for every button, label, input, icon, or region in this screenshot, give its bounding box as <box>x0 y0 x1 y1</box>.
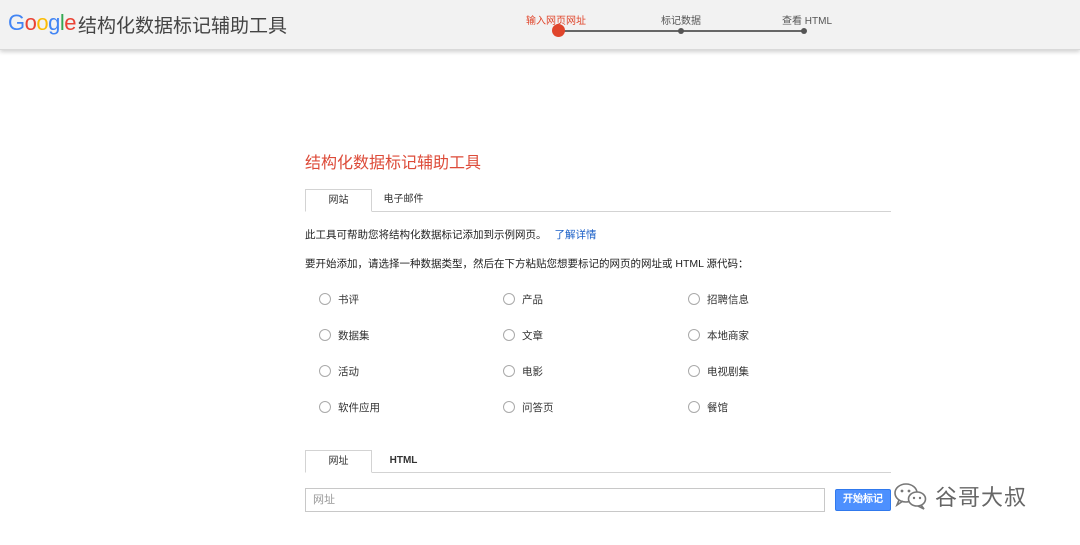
option-qa-page[interactable]: 问答页 <box>503 399 554 415</box>
option-software-app[interactable]: 软件应用 <box>319 399 380 415</box>
option-label: 招聘信息 <box>707 293 749 306</box>
url-input[interactable] <box>305 488 825 512</box>
radio-button[interactable] <box>688 365 700 377</box>
option-label: 电影 <box>522 365 543 378</box>
option-movie[interactable]: 电影 <box>503 363 543 379</box>
option-label: 文章 <box>522 329 543 342</box>
progress-steps: 输入网页网址 标记数据 查看 HTML <box>520 0 850 50</box>
intro-sentence: 此工具可帮助您将结构化数据标记添加到示例网页。 <box>305 229 547 241</box>
google-logo: Google <box>8 10 77 36</box>
tab-html[interactable]: HTML <box>372 450 435 473</box>
step-dot-active <box>552 24 565 37</box>
option-restaurant[interactable]: 餐馆 <box>688 399 728 415</box>
tab-url[interactable]: 网址 <box>305 450 372 473</box>
learn-more-link[interactable]: 了解详情 <box>555 229 597 241</box>
logo-letter: o <box>36 10 49 35</box>
radio-button[interactable] <box>319 365 331 377</box>
option-label: 本地商家 <box>707 329 749 342</box>
step-dot <box>678 28 684 34</box>
logo-letter: g <box>48 10 60 35</box>
option-label: 产品 <box>522 293 543 306</box>
option-label: 餐馆 <box>707 401 728 414</box>
start-tagging-button[interactable]: 开始标记 <box>835 489 891 511</box>
radio-button[interactable] <box>688 401 700 413</box>
option-label: 电视剧集 <box>707 365 749 378</box>
option-dataset[interactable]: 数据集 <box>319 327 370 343</box>
step-connector <box>558 30 681 32</box>
option-label: 活动 <box>338 365 359 378</box>
radio-button[interactable] <box>503 293 515 305</box>
wechat-icon <box>894 483 927 510</box>
option-local-business[interactable]: 本地商家 <box>688 327 749 343</box>
option-label: 问答页 <box>522 401 554 414</box>
step-connector <box>681 30 804 32</box>
logo-letter: o <box>24 10 37 35</box>
radio-button[interactable] <box>688 293 700 305</box>
logo-letter: G <box>8 10 25 35</box>
option-book-review[interactable]: 书评 <box>319 291 359 307</box>
watermark-text: 谷哥大叔 <box>935 486 1028 511</box>
watermark: 谷哥大叔 <box>893 481 1027 511</box>
logo-letter: e <box>64 10 77 35</box>
radio-button[interactable] <box>503 401 515 413</box>
radio-button[interactable] <box>319 401 331 413</box>
option-article[interactable]: 文章 <box>503 327 543 343</box>
app-header: Google 结构化数据标记辅助工具 输入网页网址 标记数据 查看 HTML <box>0 0 1080 50</box>
option-label: 数据集 <box>338 329 370 342</box>
radio-button[interactable] <box>503 365 515 377</box>
radio-button[interactable] <box>319 329 331 341</box>
tab-website[interactable]: 网站 <box>305 189 372 212</box>
page-title: 结构化数据标记辅助工具 <box>305 155 482 172</box>
step-dot <box>801 28 807 34</box>
step-label-tag-data: 标记数据 <box>661 16 701 27</box>
option-tv-episode[interactable]: 电视剧集 <box>688 363 749 379</box>
radio-button[interactable] <box>503 329 515 341</box>
intro-text: 此工具可帮助您将结构化数据标记添加到示例网页。 了解详情 <box>305 227 597 242</box>
radio-button[interactable] <box>688 329 700 341</box>
option-event[interactable]: 活动 <box>319 363 359 379</box>
option-label: 书评 <box>338 293 359 306</box>
input-tabs: 网址 HTML <box>305 450 891 473</box>
option-product[interactable]: 产品 <box>503 291 543 307</box>
option-label: 软件应用 <box>338 401 380 414</box>
step-label-view-html: 查看 HTML <box>782 16 832 27</box>
radio-button[interactable] <box>319 293 331 305</box>
app-title: 结构化数据标记辅助工具 <box>78 16 288 37</box>
instruction-text: 要开始添加，请选择一种数据类型，然后在下方粘贴您想要标记的网页的网址或 HTML… <box>305 258 749 270</box>
source-tabs: 网站 电子邮件 <box>305 189 891 212</box>
option-job-posting[interactable]: 招聘信息 <box>688 291 749 307</box>
tab-email[interactable]: 电子邮件 <box>372 189 435 212</box>
